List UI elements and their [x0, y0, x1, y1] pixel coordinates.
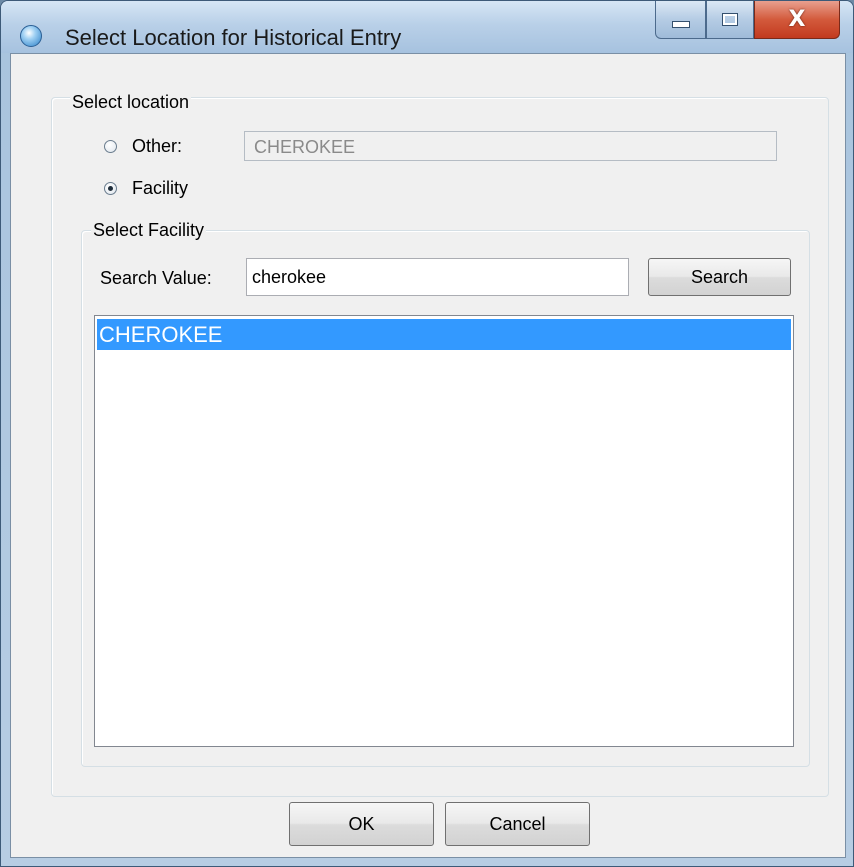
- radio-facility[interactable]: [104, 182, 117, 195]
- minimize-button[interactable]: [655, 1, 706, 39]
- close-button[interactable]: X: [754, 1, 840, 39]
- ok-button[interactable]: OK: [289, 802, 434, 846]
- radio-facility-label[interactable]: Facility: [132, 178, 188, 199]
- dialog-client-area: Select location Other: CHEROKEE Facility…: [10, 53, 846, 858]
- radio-other[interactable]: [104, 140, 117, 153]
- list-item[interactable]: CHEROKEE: [97, 319, 791, 350]
- select-facility-label: Select Facility: [91, 220, 207, 241]
- facility-results-list[interactable]: CHEROKEE: [94, 315, 794, 747]
- dialog-window: Select Location for Historical Entry X S…: [0, 0, 854, 867]
- search-value-label: Search Value:: [100, 268, 212, 288]
- radio-other-option[interactable]: Other:: [104, 136, 182, 157]
- maximize-button[interactable]: [706, 1, 754, 39]
- search-input[interactable]: cherokee: [246, 258, 629, 296]
- minimize-icon: [671, 21, 690, 28]
- select-location-label: Select location: [70, 92, 192, 113]
- cancel-button[interactable]: Cancel: [445, 802, 590, 846]
- close-icon: X: [788, 7, 806, 32]
- maximize-icon: [722, 13, 738, 26]
- app-globe-icon[interactable]: [20, 25, 42, 47]
- title-bar[interactable]: Select Location for Historical Entry X: [1, 1, 853, 53]
- radio-facility-option[interactable]: Facility: [104, 178, 188, 199]
- window-title: Select Location for Historical Entry: [65, 25, 402, 50]
- radio-other-label[interactable]: Other:: [132, 136, 182, 157]
- other-location-field: CHEROKEE: [244, 131, 777, 161]
- search-button[interactable]: Search: [648, 258, 791, 296]
